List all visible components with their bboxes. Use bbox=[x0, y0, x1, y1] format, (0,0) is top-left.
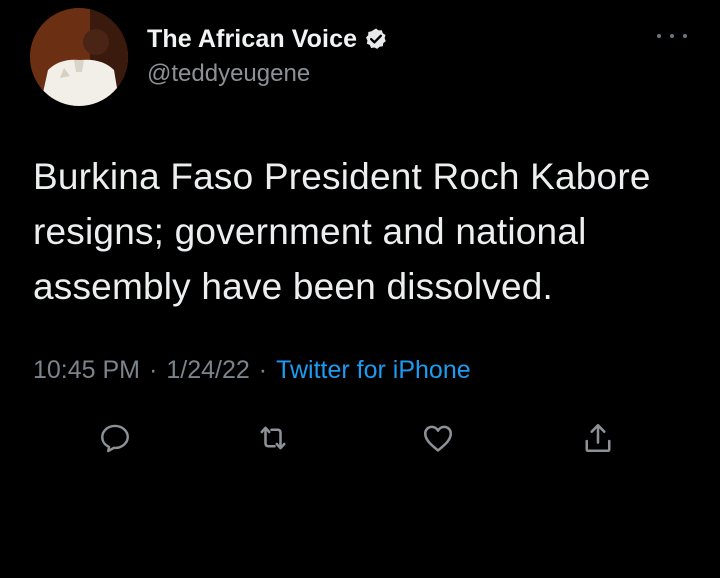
retweet-button[interactable] bbox=[253, 418, 293, 458]
share-icon bbox=[585, 423, 611, 453]
display-name[interactable]: The African Voice bbox=[147, 25, 357, 54]
action-bar bbox=[0, 418, 720, 462]
heart-icon bbox=[423, 425, 453, 452]
author-name-row[interactable]: The African Voice bbox=[147, 22, 388, 56]
tweet-date[interactable]: 1/24/22 bbox=[166, 356, 249, 385]
avatar[interactable] bbox=[30, 8, 128, 106]
share-button[interactable] bbox=[578, 418, 618, 458]
tweet-time: 10:45 PM bbox=[33, 356, 141, 384]
tweet-meta: 10:45 PM · 1/24/22 · Twitter for iPhone bbox=[33, 356, 471, 385]
meta-separator: · bbox=[258, 356, 268, 384]
reply-button[interactable] bbox=[95, 418, 135, 458]
meta-separator: · bbox=[149, 356, 158, 384]
retweet-icon bbox=[260, 426, 286, 450]
like-button[interactable] bbox=[418, 418, 458, 458]
tweet-source-link[interactable]: Twitter for iPhone bbox=[276, 356, 471, 385]
verified-badge-icon bbox=[364, 27, 388, 51]
more-options-icon[interactable] bbox=[657, 28, 687, 44]
tweet-text: Burkina Faso President Roch Kabore resig… bbox=[33, 156, 651, 307]
author-handle[interactable]: @teddyeugene bbox=[147, 60, 310, 88]
reply-icon bbox=[101, 424, 129, 453]
tweet-card: The African Voice @teddyeugene Burkina F… bbox=[0, 0, 720, 578]
avatar-image bbox=[30, 8, 128, 106]
